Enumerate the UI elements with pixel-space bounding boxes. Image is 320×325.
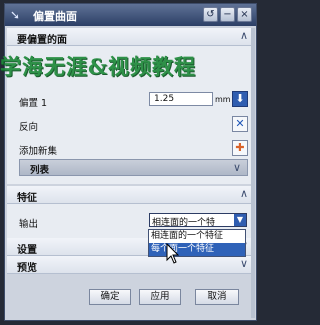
- chevron-up-icon: ∧: [239, 187, 248, 200]
- arrow-down-icon[interactable]: ⬇: [232, 91, 248, 107]
- output-options-list: 相连面的一个特征 每个面一个特征: [148, 229, 246, 257]
- preview-section-title: 预览: [17, 263, 37, 274]
- faces-section-header[interactable]: 要偏置的面 ∧: [7, 28, 254, 46]
- output-select[interactable]: 相连面的一个特 ▼: [149, 213, 247, 228]
- chevron-down-icon: ∨: [239, 257, 248, 270]
- minimize-button[interactable]: −: [220, 7, 235, 22]
- dropdown-arrow-icon[interactable]: ▼: [234, 214, 246, 226]
- add-set-icon[interactable]: ✚: [232, 140, 248, 156]
- dialog-title: 偏置曲面: [33, 10, 77, 23]
- settings-section-title: 设置: [17, 245, 37, 256]
- offset-label: 偏置 1: [19, 98, 48, 109]
- reverse-direction-icon[interactable]: ✕: [232, 116, 248, 132]
- chevron-up-icon: ∧: [239, 29, 248, 42]
- list-header[interactable]: 列表 ∨: [19, 159, 248, 176]
- preview-section-header[interactable]: 预览 ∨: [7, 256, 254, 274]
- output-option[interactable]: 相连面的一个特征: [149, 230, 245, 243]
- list-label: 列表: [30, 165, 50, 176]
- ok-button[interactable]: 确定: [89, 289, 131, 305]
- title-bar[interactable]: ➘ 偏置曲面 ↺ − ×: [5, 4, 256, 26]
- features-section-header[interactable]: 特征 ∧: [7, 186, 254, 204]
- cancel-button[interactable]: 取消: [195, 289, 239, 305]
- faces-section-title: 要偏置的面: [17, 35, 67, 46]
- output-option-highlighted[interactable]: 每个面一个特征: [149, 243, 245, 256]
- output-label: 输出: [19, 219, 39, 230]
- offset-unit: mm: [215, 95, 231, 104]
- close-button[interactable]: ×: [237, 7, 252, 22]
- reset-button[interactable]: ↺: [203, 7, 218, 22]
- features-section-title: 特征: [17, 193, 37, 204]
- mouse-cursor-icon: [166, 243, 180, 264]
- reverse-label: 反向: [19, 122, 39, 133]
- offset-arrow-icon: ➘: [10, 8, 21, 22]
- output-selected-text: 相连面的一个特: [152, 218, 216, 228]
- add-new-set-label: 添加新集: [19, 146, 58, 157]
- offset-value-input[interactable]: 1.25: [149, 92, 213, 106]
- apply-button[interactable]: 应用: [139, 289, 181, 305]
- chevron-down-icon: ∨: [232, 161, 241, 174]
- watermark-text: 学海无涯&视频教程: [0, 54, 196, 79]
- offset-value-text: 1.25: [154, 94, 175, 104]
